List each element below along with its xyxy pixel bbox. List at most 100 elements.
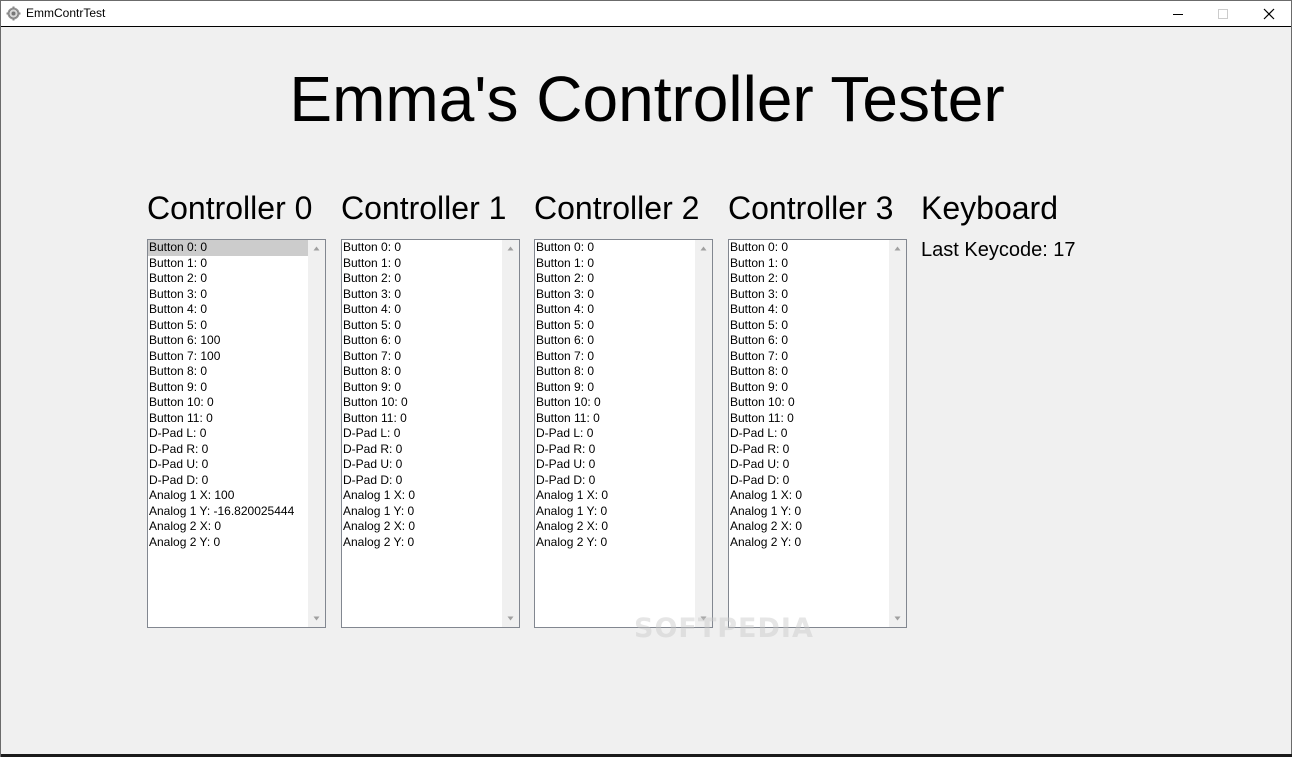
list-item[interactable]: D-Pad L: 0 [729, 426, 889, 442]
list-item[interactable]: Button 0: 0 [342, 240, 502, 256]
list-item[interactable]: Button 3: 0 [342, 287, 502, 303]
list-item[interactable]: Button 3: 0 [535, 287, 695, 303]
list-item[interactable]: Button 8: 0 [342, 364, 502, 380]
list-item[interactable]: Button 0: 0 [148, 240, 308, 256]
controller-1-listbox[interactable]: Button 0: 0 Button 1: 0 Button 2: 0 Button … [341, 239, 520, 628]
list-item[interactable]: Button 6: 0 [535, 333, 695, 349]
controller-3-listbox[interactable]: Button 0: 0 Button 1: 0 Button 2: 0 Button … [728, 239, 907, 628]
list-item[interactable]: Button 5: 0 [148, 318, 308, 334]
list-item[interactable]: Button 10: 0 [342, 395, 502, 411]
list-item[interactable]: Button 2: 0 [148, 271, 308, 287]
list-item[interactable]: Button 8: 0 [729, 364, 889, 380]
page-title: Emma's Controller Tester [289, 63, 1005, 135]
list-item[interactable]: Button 9: 0 [342, 380, 502, 396]
list-item[interactable]: D-Pad D: 0 [342, 473, 502, 489]
list-item[interactable]: Button 9: 0 [729, 380, 889, 396]
list-item[interactable]: Analog 1 X: 100 [148, 488, 308, 504]
list-item[interactable]: D-Pad L: 0 [535, 426, 695, 442]
close-button[interactable] [1246, 1, 1292, 27]
list-item[interactable]: D-Pad U: 0 [148, 457, 308, 473]
list-item[interactable]: D-Pad D: 0 [535, 473, 695, 489]
list-item[interactable]: D-Pad R: 0 [535, 442, 695, 458]
list-item[interactable]: Button 7: 0 [729, 349, 889, 365]
list-item[interactable]: Button 4: 0 [729, 302, 889, 318]
controller-0-listbox[interactable]: Button 0: 0 Button 1: 0 Button 2: 0 Button … [147, 239, 326, 628]
list-item[interactable]: Button 4: 0 [342, 302, 502, 318]
list-item[interactable]: D-Pad L: 0 [342, 426, 502, 442]
list-item[interactable]: Button 0: 0 [729, 240, 889, 256]
list-item[interactable]: Button 4: 0 [535, 302, 695, 318]
list-item[interactable]: Analog 2 X: 0 [729, 519, 889, 535]
scroll-up-arrow[interactable] [695, 240, 712, 257]
list-item[interactable]: Button 11: 0 [729, 411, 889, 427]
list-item[interactable]: Button 1: 0 [535, 256, 695, 272]
list-item[interactable]: Button 6: 0 [342, 333, 502, 349]
scrollbar[interactable] [695, 240, 712, 627]
list-item[interactable]: Button 3: 0 [729, 287, 889, 303]
list-item[interactable]: Button 7: 100 [148, 349, 308, 365]
scroll-up-arrow[interactable] [308, 240, 325, 257]
list-item[interactable]: D-Pad U: 0 [535, 457, 695, 473]
scroll-down-arrow[interactable] [502, 610, 519, 627]
scrollbar[interactable] [889, 240, 906, 627]
list-item[interactable]: D-Pad U: 0 [729, 457, 889, 473]
scroll-down-arrow[interactable] [889, 610, 906, 627]
list-item[interactable]: Analog 1 Y: 0 [535, 504, 695, 520]
list-item[interactable]: Button 1: 0 [342, 256, 502, 272]
list-item[interactable]: Analog 1 Y: 0 [342, 504, 502, 520]
list-item[interactable]: Button 4: 0 [148, 302, 308, 318]
list-item[interactable]: D-Pad U: 0 [342, 457, 502, 473]
list-item[interactable]: Analog 1 Y: -16.820025444 [148, 504, 308, 520]
list-item[interactable]: Button 3: 0 [148, 287, 308, 303]
minimize-button[interactable] [1155, 1, 1201, 27]
list-item[interactable]: D-Pad D: 0 [148, 473, 308, 489]
list-item[interactable]: Button 2: 0 [535, 271, 695, 287]
list-item[interactable]: Button 9: 0 [535, 380, 695, 396]
list-item[interactable]: Analog 2 X: 0 [148, 519, 308, 535]
list-item[interactable]: Button 8: 0 [535, 364, 695, 380]
list-item[interactable]: Button 8: 0 [148, 364, 308, 380]
list-item[interactable]: Button 11: 0 [148, 411, 308, 427]
list-item[interactable]: Analog 1 X: 0 [729, 488, 889, 504]
list-item[interactable]: Analog 2 X: 0 [342, 519, 502, 535]
list-item[interactable]: D-Pad D: 0 [729, 473, 889, 489]
list-item[interactable]: Button 1: 0 [729, 256, 889, 272]
list-item[interactable]: Button 1: 0 [148, 256, 308, 272]
list-item[interactable]: Button 6: 100 [148, 333, 308, 349]
maximize-button[interactable] [1200, 1, 1246, 27]
scrollbar[interactable] [308, 240, 325, 627]
scroll-down-arrow[interactable] [308, 610, 325, 627]
scroll-up-arrow[interactable] [889, 240, 906, 257]
list-item[interactable]: D-Pad R: 0 [729, 442, 889, 458]
list-item[interactable]: Analog 2 Y: 0 [148, 535, 308, 551]
list-item[interactable]: Analog 1 X: 0 [535, 488, 695, 504]
list-item[interactable]: Analog 2 Y: 0 [535, 535, 695, 551]
list-item[interactable]: Button 9: 0 [148, 380, 308, 396]
list-item[interactable]: Button 10: 0 [535, 395, 695, 411]
list-item[interactable]: Button 11: 0 [535, 411, 695, 427]
list-item[interactable]: D-Pad R: 0 [148, 442, 308, 458]
list-item[interactable]: Button 6: 0 [729, 333, 889, 349]
list-item[interactable]: Button 5: 0 [729, 318, 889, 334]
list-item[interactable]: Button 10: 0 [729, 395, 889, 411]
scrollbar[interactable] [502, 240, 519, 627]
list-item[interactable]: Analog 1 X: 0 [342, 488, 502, 504]
list-item[interactable]: Button 2: 0 [729, 271, 889, 287]
controller-2-listbox[interactable]: Button 0: 0 Button 1: 0 Button 2: 0 Button … [534, 239, 713, 628]
list-item[interactable]: Analog 2 Y: 0 [729, 535, 889, 551]
list-item[interactable]: Button 11: 0 [342, 411, 502, 427]
list-item[interactable]: Analog 2 X: 0 [535, 519, 695, 535]
list-item[interactable]: Button 7: 0 [535, 349, 695, 365]
list-item[interactable]: Button 0: 0 [535, 240, 695, 256]
list-item[interactable]: Button 10: 0 [148, 395, 308, 411]
list-item[interactable]: D-Pad L: 0 [148, 426, 308, 442]
list-item[interactable]: D-Pad R: 0 [342, 442, 502, 458]
title-bar[interactable]: EmmContrTest [1, 1, 1291, 27]
list-item[interactable]: Button 5: 0 [342, 318, 502, 334]
list-item[interactable]: Analog 1 Y: 0 [729, 504, 889, 520]
list-item[interactable]: Analog 2 Y: 0 [342, 535, 502, 551]
scroll-up-arrow[interactable] [502, 240, 519, 257]
list-item[interactable]: Button 2: 0 [342, 271, 502, 287]
list-item[interactable]: Button 7: 0 [342, 349, 502, 365]
list-item[interactable]: Button 5: 0 [535, 318, 695, 334]
